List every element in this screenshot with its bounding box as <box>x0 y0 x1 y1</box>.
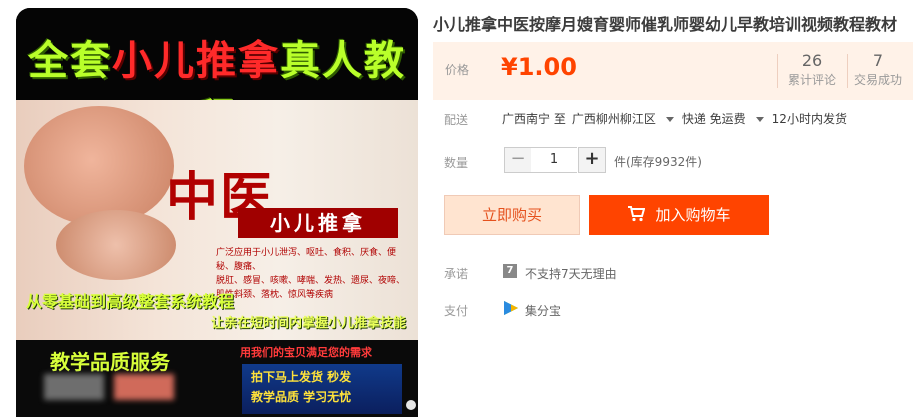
image-service-note: 用我们的宝贝满足您的需求 <box>240 346 372 359</box>
jifenbao-icon <box>504 301 518 315</box>
add-to-cart-button[interactable]: 加入购物车 <box>589 195 769 235</box>
desc-line: 肌性斜颈、落枕、惊风等疾病 <box>216 290 334 300</box>
product-title: 小儿推拿中医按摩月嫂育婴师催乳师婴幼儿早教培训视频教程教材 <box>433 15 898 34</box>
quantity-minus-button[interactable]: − <box>504 147 532 173</box>
quantity-plus-button[interactable]: + <box>578 147 606 173</box>
payment-label: 支付 <box>444 304 469 318</box>
image-slogan-1: 从零基础到高级整套系统教程 <box>26 292 235 311</box>
image-description: 广泛应用于小儿泄泻、呕吐、食积、厌食、便秘、腹痛、 脱肛、感冒、咳嗽、哮喘、发热… <box>216 246 406 302</box>
price-label: 价格 <box>445 63 470 77</box>
hand-photo <box>56 210 176 280</box>
buy-now-button[interactable]: 立即购买 <box>444 195 580 235</box>
image-slogan-2: 让亲在短时间内掌握小儿推拿技能 <box>210 316 406 331</box>
chevron-down-icon[interactable] <box>755 117 764 122</box>
blurred-region <box>114 374 174 400</box>
reviews-count: 26 <box>801 51 823 70</box>
add-to-cart-label: 加入购物车 <box>655 206 731 224</box>
image-tag-line-2: 教学品质 学习无忧 <box>251 390 352 404</box>
deals-count: 7 <box>872 51 884 70</box>
banner-text-2: 小儿推拿 <box>112 37 280 84</box>
price-value: ¥1.00 <box>501 53 577 81</box>
baby-photo <box>24 106 174 226</box>
seven-day-icon: 7 <box>503 264 517 278</box>
blurred-region <box>44 374 104 400</box>
promise-label: 承诺 <box>444 267 469 281</box>
reviews-stat[interactable]: 26 累计评论 <box>777 50 847 88</box>
stock-text: 件(库存9932件) <box>614 155 702 169</box>
shipping-destination[interactable]: 广西柳州柳江区 <box>572 112 656 126</box>
price-box: 价格 ¥1.00 26 累计评论 7 交易成功 <box>433 42 913 100</box>
chevron-down-icon[interactable] <box>665 117 674 122</box>
shipping-method[interactable]: 快递 免运费 <box>682 112 746 126</box>
image-service-text: 教学品质服务 <box>50 350 170 374</box>
deals-stat: 7 交易成功 <box>843 50 913 88</box>
payment-text: 集分宝 <box>525 304 562 318</box>
shipping-label: 配送 <box>444 113 469 127</box>
image-corner-dot <box>406 400 416 410</box>
desc-line: 广泛应用于小儿泄泻、呕吐、食积、厌食、便秘、腹痛、 <box>216 248 397 272</box>
reviews-label: 累计评论 <box>787 73 836 87</box>
desc-line: 脱肛、感冒、咳嗽、哮喘、发热、遗尿、夜啼、 <box>216 276 406 286</box>
promise-text[interactable]: 不支持7天无理由 <box>525 265 617 282</box>
shipping-row: 广西南宁 至广西柳州柳江区 快递 免运费 12小时内发货 <box>502 110 853 127</box>
quantity-label: 数量 <box>444 156 469 170</box>
cart-icon <box>628 206 646 222</box>
shipping-time: 12小时内发货 <box>771 112 847 126</box>
image-tag-line-1: 拍下马上发货 秒发 <box>251 370 352 384</box>
product-image[interactable]: 全套小儿推拿真人教程 中医 小儿推拿 广泛应用于小儿泄泻、呕吐、食积、厌食、便秘… <box>16 8 418 417</box>
image-sub-title: 小儿推拿 <box>238 208 398 238</box>
deals-label: 交易成功 <box>853 73 902 87</box>
shipping-from: 广西南宁 至 <box>502 112 566 126</box>
quantity-input[interactable]: 1 <box>531 147 577 173</box>
banner-text-1: 全套 <box>28 37 112 84</box>
